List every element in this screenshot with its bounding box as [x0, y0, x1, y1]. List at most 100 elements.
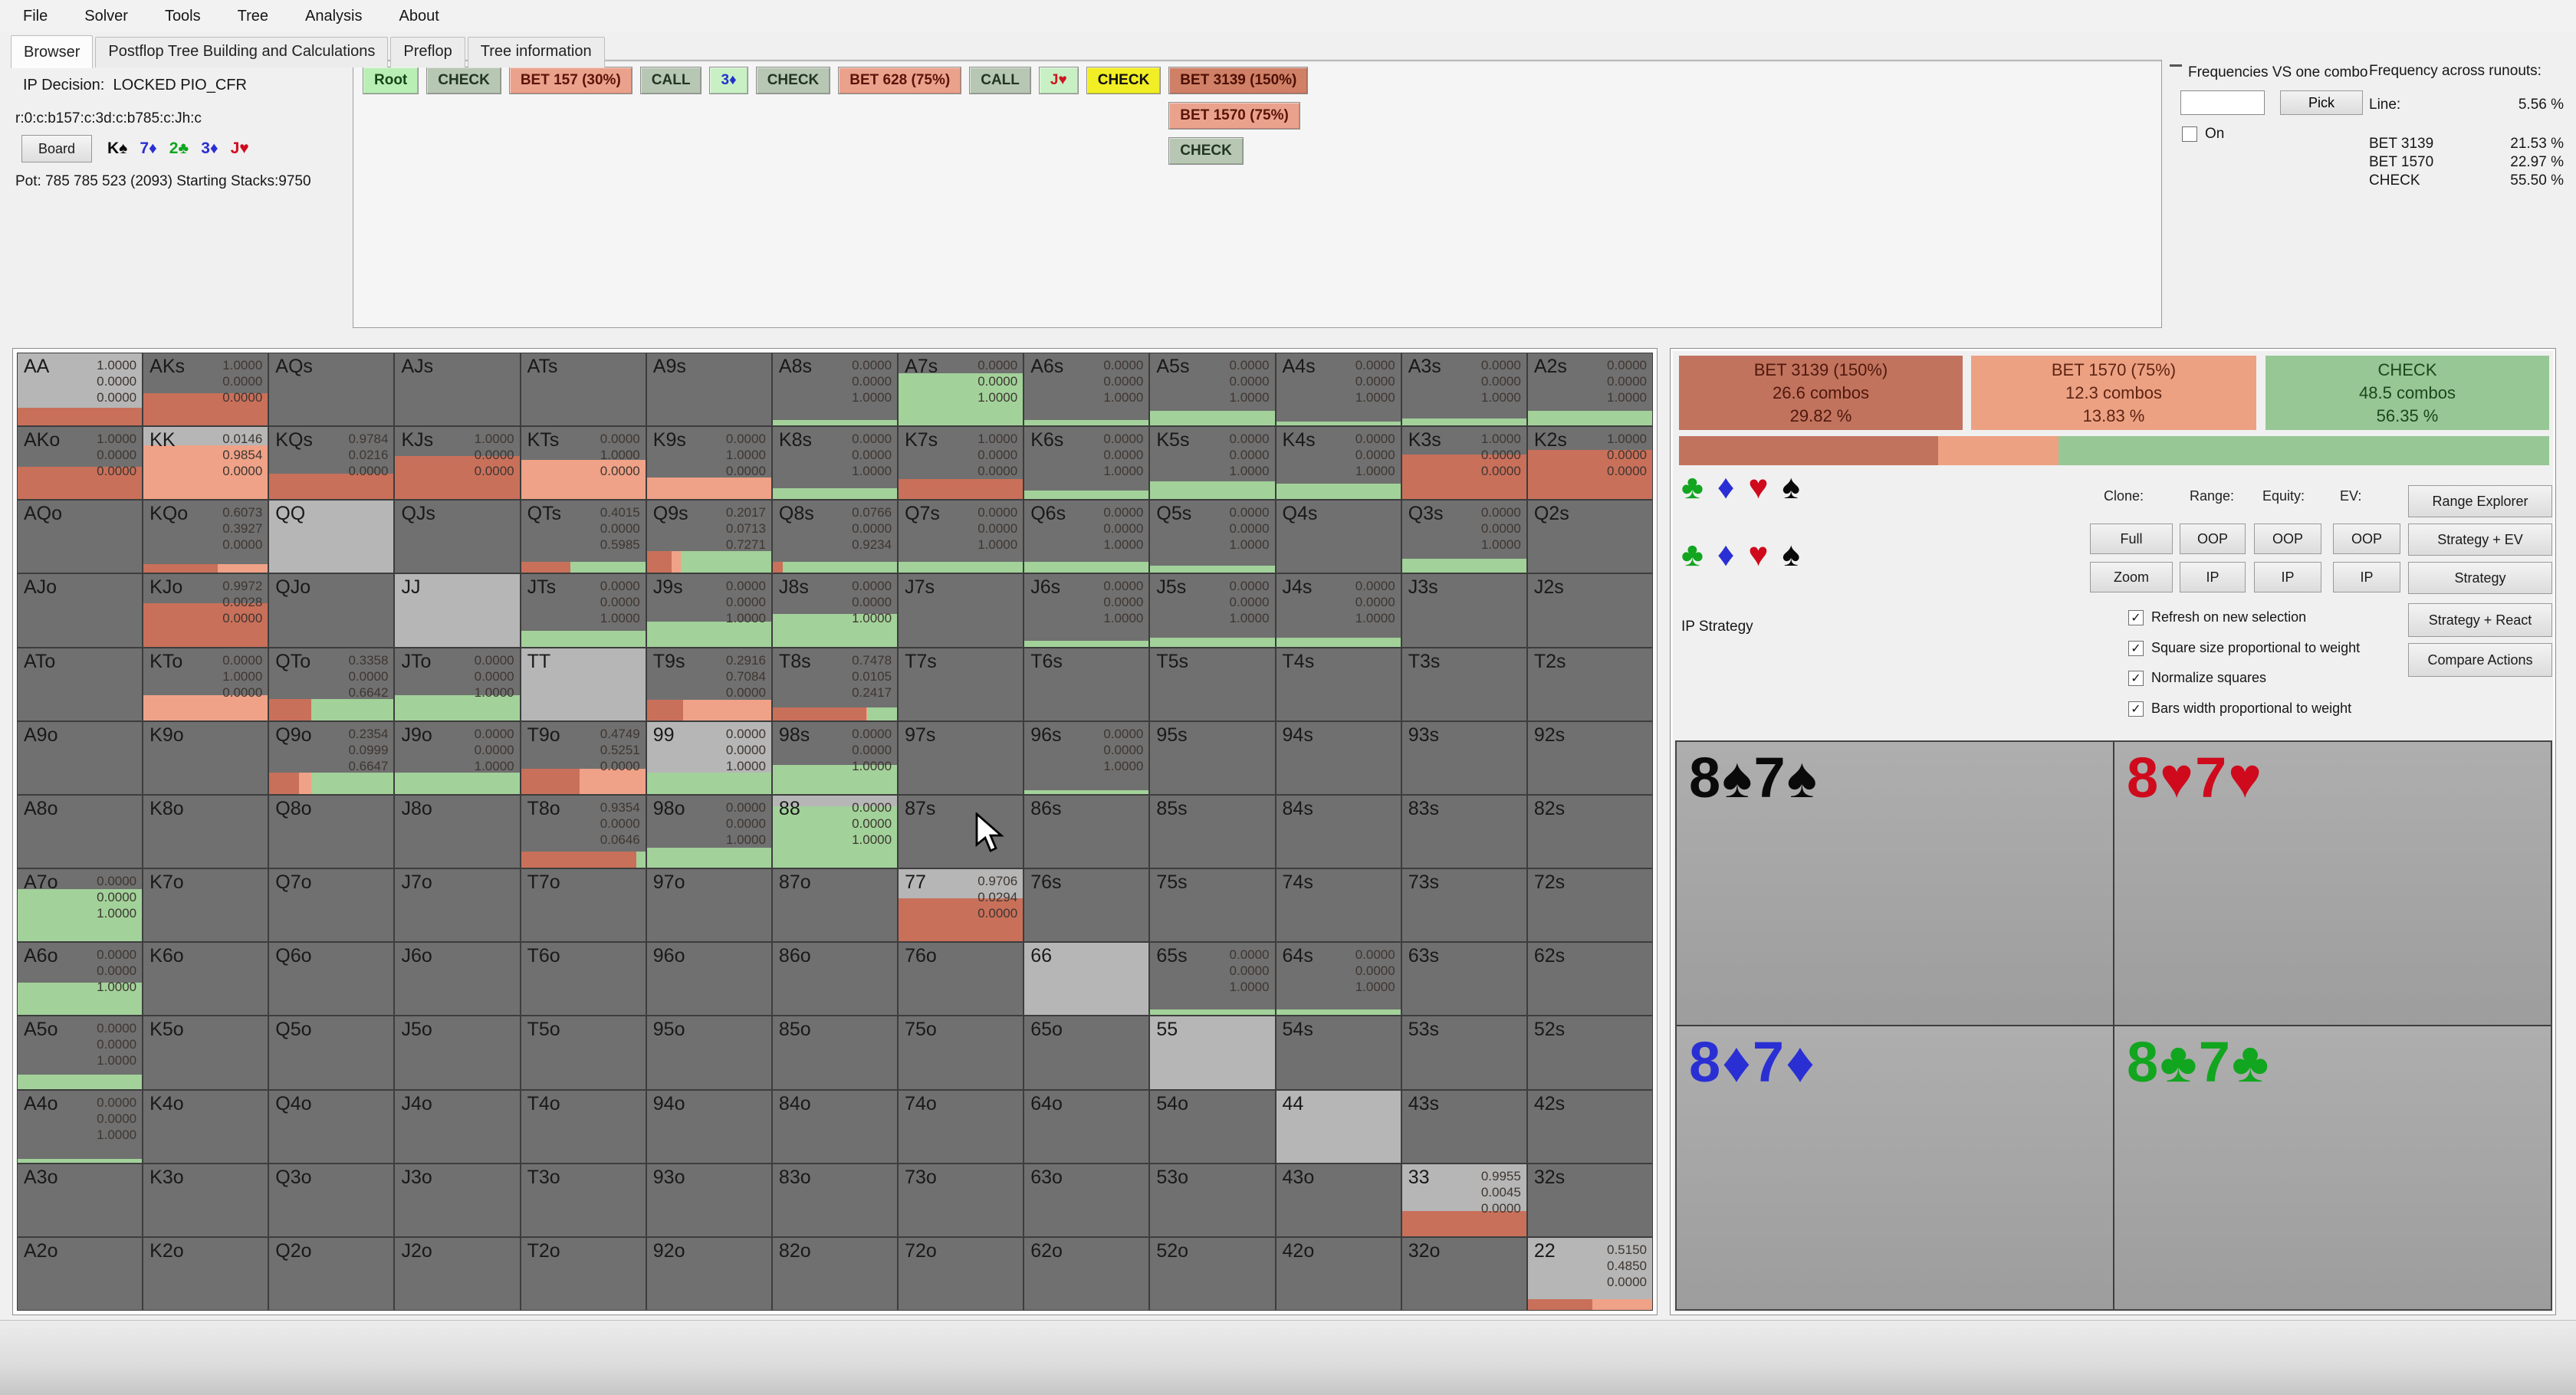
hand-cell-aqs[interactable]: AQs [269, 353, 393, 425]
view-button-oop-03[interactable]: OOP [2333, 524, 2400, 554]
hand-cell-93s[interactable]: 93s [1402, 722, 1526, 794]
hand-cell-a2o[interactable]: A2o [18, 1238, 142, 1310]
tree-node-check[interactable]: CHECK [756, 67, 831, 94]
hand-cell-j3s[interactable]: J3s [1402, 574, 1526, 646]
hand-cell-86o[interactable]: 86o [773, 943, 897, 1015]
spade-suit-button[interactable]: ♠ [1782, 537, 1799, 573]
hand-cell-t9o[interactable]: T9o0.47490.52510.0000 [521, 722, 646, 794]
hand-cell-62s[interactable]: 62s [1528, 943, 1652, 1015]
hand-cell-q2s[interactable]: Q2s [1528, 501, 1652, 573]
hand-cell-54o[interactable]: 54o [1150, 1091, 1274, 1163]
hand-cell-q2o[interactable]: Q2o [269, 1238, 393, 1310]
hand-cell-a9s[interactable]: A9s [647, 353, 771, 425]
hand-cell-k7s[interactable]: K7s1.00000.00000.0000 [899, 427, 1023, 499]
hand-cell-j4s[interactable]: J4s0.00000.00001.0000 [1276, 574, 1401, 646]
combo-input[interactable] [2180, 90, 2265, 115]
hand-cell-85s[interactable]: 85s [1150, 796, 1274, 868]
hand-cell-a8s[interactable]: A8s0.00000.00001.0000 [773, 353, 897, 425]
hand-cell-q8o[interactable]: Q8o [269, 796, 393, 868]
hand-cell-76o[interactable]: 76o [899, 943, 1023, 1015]
hand-cell-97o[interactable]: 97o [647, 869, 771, 941]
hand-cell-q4s[interactable]: Q4s [1276, 501, 1401, 573]
hand-cell-64o[interactable]: 64o [1024, 1091, 1148, 1163]
hand-cell-k8o[interactable]: K8o [143, 796, 268, 868]
hand-cell-73s[interactable]: 73s [1402, 869, 1526, 941]
hand-cell-t5s[interactable]: T5s [1150, 648, 1274, 720]
tree-node-root[interactable]: Root [363, 67, 419, 94]
hand-cell-52o[interactable]: 52o [1150, 1238, 1274, 1310]
hand-cell-97s[interactable]: 97s [899, 722, 1023, 794]
hand-cell-qto[interactable]: QTo0.33580.00000.6642 [269, 648, 393, 720]
hand-cell-j8s[interactable]: J8s0.00000.00001.0000 [773, 574, 897, 646]
hand-cell-ako[interactable]: AKo1.00000.00000.0000 [18, 427, 142, 499]
hand-cell-95o[interactable]: 95o [647, 1016, 771, 1088]
hand-cell-74o[interactable]: 74o [899, 1091, 1023, 1163]
hand-cell-32s[interactable]: 32s [1528, 1164, 1652, 1236]
hand-cell-aqo[interactable]: AQo [18, 501, 142, 573]
action-header-bet-1570-75[interactable]: BET 1570 (75%)12.3 combos13.83 % [1971, 356, 2256, 430]
hand-cell-q3s[interactable]: Q3s0.00000.00001.0000 [1402, 501, 1526, 573]
menu-item-about[interactable]: About [399, 8, 439, 25]
hand-cell-43s[interactable]: 43s [1402, 1091, 1526, 1163]
view-button-oop-01[interactable]: OOP [2180, 524, 2246, 554]
hand-cell-j2s[interactable]: J2s [1528, 574, 1652, 646]
hand-cell-52s[interactable]: 52s [1528, 1016, 1652, 1088]
hand-cell-t9s[interactable]: T9s0.29160.70840.0000 [647, 648, 771, 720]
hand-cell-t6o[interactable]: T6o [521, 943, 646, 1015]
combo-panel-club[interactable]: 8♣7♣ [2114, 1026, 2551, 1309]
hand-cell-kts[interactable]: KTs0.00001.00000.0000 [521, 427, 646, 499]
hand-cell-a6o[interactable]: A6o0.00000.00001.0000 [18, 943, 142, 1015]
hand-cell-55[interactable]: 55 [1150, 1016, 1274, 1088]
hand-cell-t6s[interactable]: T6s [1024, 648, 1148, 720]
hand-cell-72o[interactable]: 72o [899, 1238, 1023, 1310]
diamond-suit-button[interactable]: ♦ [1717, 537, 1734, 573]
hand-cell-43o[interactable]: 43o [1276, 1164, 1401, 1236]
action-header-bet-3139-150[interactable]: BET 3139 (150%)26.6 combos29.82 % [1679, 356, 1963, 430]
hand-cell-82o[interactable]: 82o [773, 1238, 897, 1310]
hand-cell-82s[interactable]: 82s [1528, 796, 1652, 868]
hand-cell-87o[interactable]: 87o [773, 869, 897, 941]
hand-cell-t5o[interactable]: T5o [521, 1016, 646, 1088]
hand-cell-42s[interactable]: 42s [1528, 1091, 1652, 1163]
hand-cell-j4o[interactable]: J4o [395, 1091, 519, 1163]
hand-cell-q5s[interactable]: Q5s0.00000.00001.0000 [1150, 501, 1274, 573]
tab-tree-information[interactable]: Tree information [468, 37, 605, 67]
checkbox-bars-width-proportional-to-weight[interactable]: ✓ [2128, 701, 2144, 717]
tree-node-j[interactable]: J♥ [1039, 67, 1079, 94]
hand-cell-j2o[interactable]: J2o [395, 1238, 519, 1310]
hand-cell-k4s[interactable]: K4s0.00000.00001.0000 [1276, 427, 1401, 499]
hand-cell-85o[interactable]: 85o [773, 1016, 897, 1088]
hand-cell-77[interactable]: 770.97060.02940.0000 [899, 869, 1023, 941]
hand-cell-76s[interactable]: 76s [1024, 869, 1148, 941]
hand-cell-q6o[interactable]: Q6o [269, 943, 393, 1015]
menu-item-solver[interactable]: Solver [84, 8, 128, 25]
hand-cell-jj[interactable]: JJ [395, 574, 519, 646]
hand-cell-k9s[interactable]: K9s0.00001.00000.0000 [647, 427, 771, 499]
hand-cell-t4s[interactable]: T4s [1276, 648, 1401, 720]
hand-cell-jts[interactable]: JTs0.00000.00001.0000 [521, 574, 646, 646]
hand-cell-42o[interactable]: 42o [1276, 1238, 1401, 1310]
tree-node-bet-157-30[interactable]: BET 157 (30%) [509, 67, 632, 94]
combo-panel-diamond[interactable]: 8♦7♦ [1677, 1026, 2113, 1309]
hand-cell-kjs[interactable]: KJs1.00000.00000.0000 [395, 427, 519, 499]
hand-cell-j6s[interactable]: J6s0.00000.00001.0000 [1024, 574, 1148, 646]
hand-cell-ats[interactable]: ATs [521, 353, 646, 425]
hand-cell-t8s[interactable]: T8s0.74780.01050.2417 [773, 648, 897, 720]
view-button-full-00[interactable]: Full [2090, 524, 2173, 554]
hand-cell-qjs[interactable]: QJs [395, 501, 519, 573]
side-button-compare-actions[interactable]: Compare Actions [2408, 643, 2552, 677]
hand-cell-j7o[interactable]: J7o [395, 869, 519, 941]
pick-button[interactable]: Pick [2280, 90, 2363, 115]
tree-node-check[interactable]: CHECK [426, 67, 501, 94]
hand-cell-a7s[interactable]: A7s0.00000.00001.0000 [899, 353, 1023, 425]
hand-cell-kk[interactable]: KK0.01460.98540.0000 [143, 427, 268, 499]
hand-cell-t7o[interactable]: T7o [521, 869, 646, 941]
hand-cell-ajs[interactable]: AJs [395, 353, 519, 425]
hand-cell-j5o[interactable]: J5o [395, 1016, 519, 1088]
hand-cell-a9o[interactable]: A9o [18, 722, 142, 794]
hand-cell-k6o[interactable]: K6o [143, 943, 268, 1015]
hand-cell-a4s[interactable]: A4s0.00000.00001.0000 [1276, 353, 1401, 425]
view-button-ip-13[interactable]: IP [2333, 562, 2400, 592]
hand-cell-j6o[interactable]: J6o [395, 943, 519, 1015]
menu-item-tools[interactable]: Tools [165, 8, 201, 25]
